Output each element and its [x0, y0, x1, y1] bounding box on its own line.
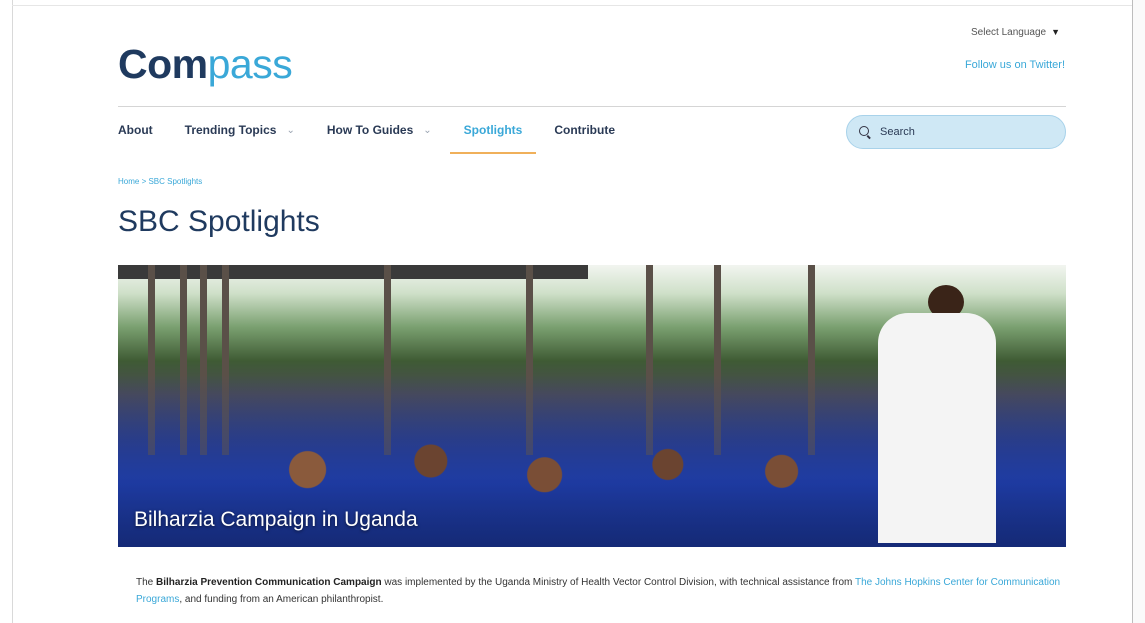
- window-scrollbar[interactable]: [1132, 0, 1145, 623]
- window-top-edge: [12, 0, 1133, 6]
- nav-item-label: Spotlights: [463, 123, 523, 137]
- main-nav: About Trending Topics ⌄ How To Guides ⌄ …: [118, 107, 647, 154]
- nav-item-about[interactable]: About: [118, 107, 153, 153]
- spotlight-description: The Bilharzia Prevention Communication C…: [136, 574, 1066, 608]
- hero-presenter-shirt: [878, 313, 996, 543]
- desc-text: was implemented by the Uganda Ministry o…: [384, 577, 853, 588]
- logo-part1: Com: [118, 41, 208, 87]
- nav-item-contribute[interactable]: Contribute: [554, 107, 615, 153]
- nav-item-how-to-guides[interactable]: How To Guides ⌄: [327, 107, 432, 153]
- follow-twitter-link[interactable]: Follow us on Twitter!: [965, 59, 1065, 71]
- caret-down-icon: ▼: [1051, 27, 1060, 37]
- hero-presenter: [868, 285, 996, 547]
- logo-part2: pass: [207, 41, 293, 87]
- nav-item-label: Trending Topics: [184, 123, 277, 137]
- breadcrumb[interactable]: Home > SBC Spotlights: [118, 177, 202, 186]
- hero-roof: [118, 265, 588, 279]
- nav-item-spotlights[interactable]: Spotlights: [449, 107, 536, 154]
- nav-item-trending-topics[interactable]: Trending Topics ⌄: [185, 107, 295, 153]
- search-placeholder: Search: [880, 126, 915, 138]
- spotlight-caption[interactable]: Bilharzia Campaign in Uganda: [134, 508, 418, 532]
- desc-text: The: [136, 577, 154, 588]
- spotlight-hero-image[interactable]: Bilharzia Campaign in Uganda: [118, 265, 1066, 547]
- page-title: SBC Spotlights: [118, 205, 320, 238]
- nav-item-label: How To Guides: [326, 123, 414, 137]
- nav-item-label: About: [118, 123, 153, 137]
- chevron-down-icon: ⌄: [423, 124, 432, 136]
- language-select[interactable]: Select Language ▼: [967, 22, 1064, 42]
- compass-logo[interactable]: Compass: [118, 41, 293, 87]
- nav-item-label: Contribute: [554, 123, 615, 137]
- search-input[interactable]: Search: [846, 115, 1066, 149]
- desc-text: , and funding from an American philanthr…: [179, 594, 384, 605]
- desc-bold: Bilharzia Prevention Communication Campa…: [156, 577, 382, 588]
- chevron-down-icon: ⌄: [286, 124, 295, 136]
- search-icon[interactable]: [859, 125, 872, 139]
- language-select-label: Select Language: [971, 26, 1047, 38]
- window-left-edge: [0, 0, 13, 623]
